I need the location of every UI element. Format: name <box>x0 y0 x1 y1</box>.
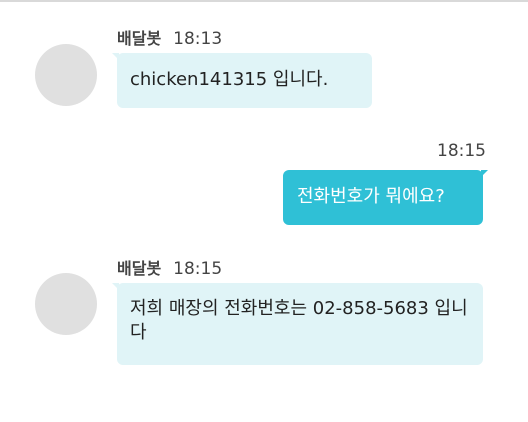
message-bubble: 전화번호가 뭐에요? <box>283 170 488 225</box>
message-time: 18:15 <box>437 141 486 161</box>
message-text: chicken141315 입니다. <box>130 69 329 90</box>
bot-avatar <box>35 44 97 106</box>
sender-name: 배달봇 <box>117 259 162 278</box>
bot-avatar <box>35 273 97 335</box>
message-bubble: chicken141315 입니다. <box>112 53 372 108</box>
message-text: 저희 매장의 전화번호는 02-858-5683 입니다 <box>130 298 468 343</box>
message-meta: 18:15 <box>437 141 486 161</box>
sender-name: 배달봇 <box>117 29 162 48</box>
message-time: 18:15 <box>173 259 223 279</box>
top-divider <box>0 0 528 2</box>
message-meta: 배달봇 18:13 <box>117 25 222 49</box>
message-meta: 배달봇 18:15 <box>117 255 222 279</box>
message-time: 18:13 <box>173 29 223 49</box>
message-text: 전화번호가 뭐에요? <box>297 186 445 207</box>
message-bubble: 저희 매장의 전화번호는 02-858-5683 입니다 <box>112 283 483 365</box>
